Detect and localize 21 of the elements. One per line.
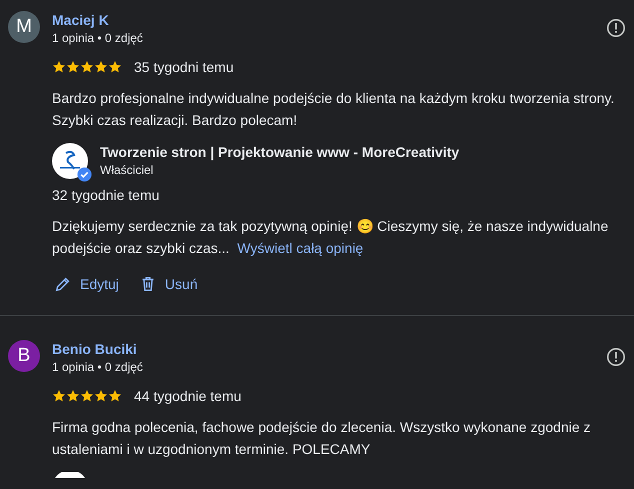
pencil-icon	[54, 275, 72, 293]
reply-time: 32 tygodnie temu	[52, 187, 160, 203]
owner-role: Właściciel	[100, 163, 154, 177]
avatar: B	[8, 340, 40, 372]
reply-text: Dziękujemy serdecznie za tak pozytywną opinię! 😊 Cieszymy się, że nasze indywidualne podejście oraz szybki czas... Wyświetl całą opinię	[52, 217, 610, 258]
owner-logo-icon	[52, 143, 88, 179]
review-time: 35 tygodni temu	[134, 59, 234, 75]
delete-button[interactable]: Usuń	[132, 267, 204, 301]
review-text: Firma godna polecenia, fachowe podejście do zlecenia. Wszystko wykonane zgodnie z ustaleniami i w uzgodnionym terminie. POLECAMY	[52, 418, 592, 459]
reviewer-name[interactable]: Maciej K	[52, 12, 143, 28]
review-text: Bardzo profesjonalne indywidualne podejście do klienta na każdym kroku tworzenia strony. Szybki czas realizacji. Bardzo polecam!	[52, 89, 616, 130]
owner-name[interactable]: Tworzenie stron | Projektowanie www - MoreCreativity	[100, 144, 460, 160]
reviewer-meta: 1 opinia • 0 zdjęć	[52, 360, 143, 374]
reviewer-meta: 1 opinia • 0 zdjęć	[52, 31, 143, 45]
review-time: 44 tygodnie temu	[134, 388, 242, 404]
report-icon[interactable]	[606, 347, 626, 367]
report-icon[interactable]	[606, 18, 626, 38]
edit-button[interactable]: Edytuj	[48, 267, 125, 301]
avatar: M	[8, 11, 40, 43]
show-full-review-link[interactable]: Wyświetl całą opinię	[237, 240, 364, 256]
reviewer-name[interactable]: Benio Buciki	[52, 341, 143, 357]
